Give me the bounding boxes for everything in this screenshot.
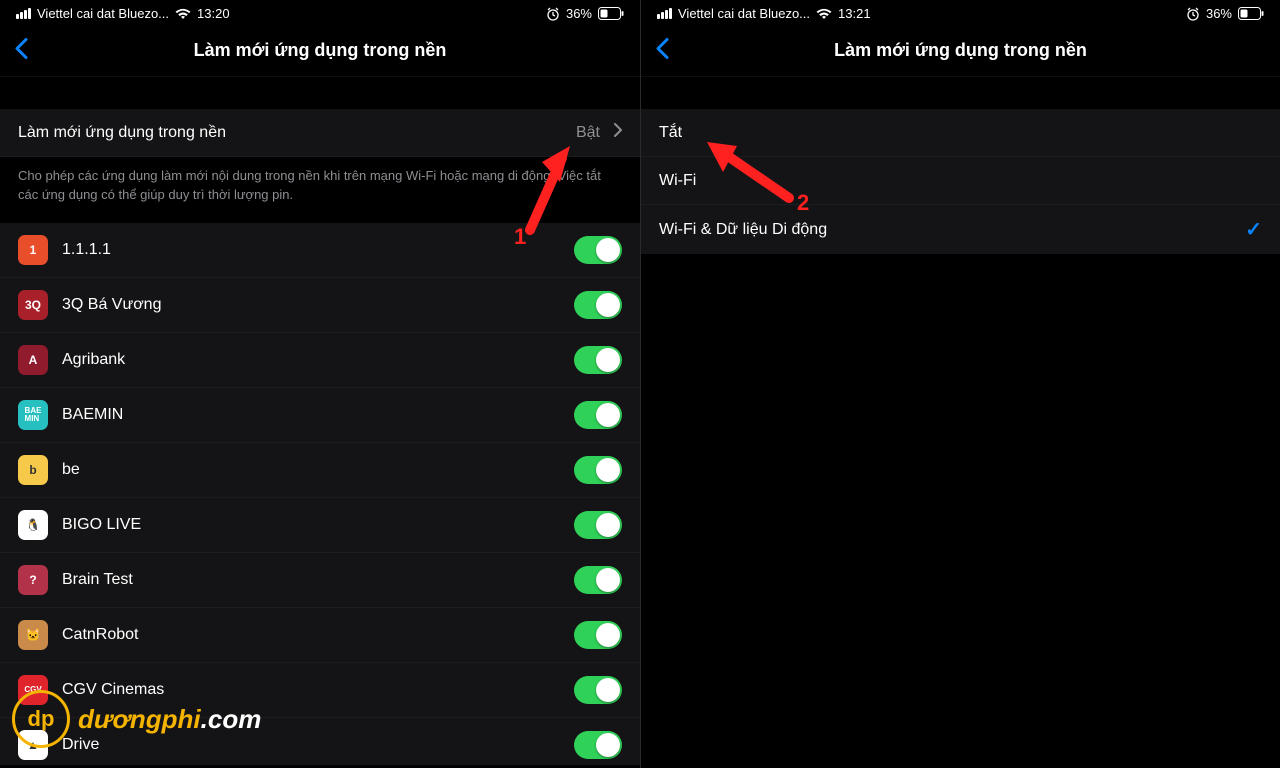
app-icon: BAE MIN bbox=[18, 400, 48, 430]
app-row[interactable]: 1 1.1.1.1 bbox=[0, 223, 640, 278]
watermark-logo: dp bbox=[12, 690, 70, 748]
phone-right: Viettel cai dat Bluezo... 13:21 36% Làm … bbox=[640, 0, 1280, 768]
app-name: CatnRobot bbox=[62, 626, 560, 644]
battery-icon bbox=[1238, 7, 1264, 20]
option-list: Tắt Wi-Fi Wi-Fi & Dữ liệu Di động ✓ bbox=[641, 109, 1280, 254]
chevron-right-icon bbox=[614, 123, 622, 142]
phone-left: Viettel cai dat Bluezo... 13:20 36% Làm … bbox=[0, 0, 640, 768]
section-description: Cho phép các ứng dụng làm mới nội dung t… bbox=[0, 157, 640, 223]
app-name: 1.1.1.1 bbox=[62, 241, 560, 259]
master-toggle-row[interactable]: Làm mới ứng dụng trong nền Bật bbox=[0, 109, 640, 157]
option-row[interactable]: Tắt bbox=[641, 109, 1280, 157]
app-name: BAEMIN bbox=[62, 406, 560, 424]
status-bar: Viettel cai dat Bluezo... 13:20 36% bbox=[0, 0, 640, 25]
app-toggle[interactable] bbox=[574, 731, 622, 759]
page-title: Làm mới ứng dụng trong nền bbox=[194, 40, 447, 61]
back-button[interactable] bbox=[14, 37, 28, 64]
watermark: dp dươngphi.com bbox=[12, 690, 261, 748]
app-toggle[interactable] bbox=[574, 456, 622, 484]
option-row[interactable]: Wi-Fi & Dữ liệu Di động ✓ bbox=[641, 205, 1280, 254]
app-toggle[interactable] bbox=[574, 236, 622, 264]
master-toggle-value: Bật bbox=[576, 124, 600, 142]
app-row[interactable]: 🐧 BIGO LIVE bbox=[0, 498, 640, 553]
wifi-icon bbox=[816, 8, 832, 20]
battery-pct: 36% bbox=[566, 6, 592, 21]
app-icon: 3Q bbox=[18, 290, 48, 320]
app-name: be bbox=[62, 461, 560, 479]
app-icon: b bbox=[18, 455, 48, 485]
app-icon: 🐱 bbox=[18, 620, 48, 650]
alarm-icon bbox=[1186, 7, 1200, 21]
wifi-icon bbox=[175, 8, 191, 20]
master-toggle-label: Làm mới ứng dụng trong nền bbox=[18, 124, 562, 142]
app-row[interactable]: BAE MIN BAEMIN bbox=[0, 388, 640, 443]
app-list: 11.1.1.13Q3Q Bá VươngAAgribankBAE MINBAE… bbox=[0, 223, 640, 765]
app-icon: A bbox=[18, 345, 48, 375]
app-toggle[interactable] bbox=[574, 346, 622, 374]
time-label: 13:21 bbox=[838, 6, 871, 21]
carrier-label: Viettel cai dat Bluezo... bbox=[678, 6, 810, 21]
app-icon: 🐧 bbox=[18, 510, 48, 540]
battery-pct: 36% bbox=[1206, 6, 1232, 21]
check-icon: ✓ bbox=[1245, 217, 1262, 242]
app-name: Brain Test bbox=[62, 571, 560, 589]
nav-header: Làm mới ứng dụng trong nền bbox=[641, 25, 1280, 77]
alarm-icon bbox=[546, 7, 560, 21]
app-name: Agribank bbox=[62, 351, 560, 369]
app-name: 3Q Bá Vương bbox=[62, 296, 560, 314]
signal-icon bbox=[16, 8, 31, 19]
option-label: Wi-Fi bbox=[659, 172, 1262, 190]
app-row[interactable]: 🐱 CatnRobot bbox=[0, 608, 640, 663]
app-toggle[interactable] bbox=[574, 566, 622, 594]
watermark-suffix: .com bbox=[201, 704, 262, 734]
app-toggle[interactable] bbox=[574, 401, 622, 429]
app-icon: ? bbox=[18, 565, 48, 595]
nav-header: Làm mới ứng dụng trong nền bbox=[0, 25, 640, 77]
status-bar: Viettel cai dat Bluezo... 13:21 36% bbox=[641, 0, 1280, 25]
app-toggle[interactable] bbox=[574, 291, 622, 319]
settings-content: Tắt Wi-Fi Wi-Fi & Dữ liệu Di động ✓ bbox=[641, 77, 1280, 765]
app-toggle[interactable] bbox=[574, 511, 622, 539]
option-label: Wi-Fi & Dữ liệu Di động bbox=[659, 221, 1231, 239]
app-row[interactable]: 3Q 3Q Bá Vương bbox=[0, 278, 640, 333]
watermark-brand: dươngphi bbox=[78, 704, 201, 734]
signal-icon bbox=[657, 8, 672, 19]
app-row[interactable]: bbe bbox=[0, 443, 640, 498]
page-title: Làm mới ứng dụng trong nền bbox=[834, 40, 1087, 61]
app-icon: 1 bbox=[18, 235, 48, 265]
app-name: BIGO LIVE bbox=[62, 516, 560, 534]
carrier-label: Viettel cai dat Bluezo... bbox=[37, 6, 169, 21]
app-row[interactable]: A Agribank bbox=[0, 333, 640, 388]
time-label: 13:20 bbox=[197, 6, 230, 21]
app-row[interactable]: ? Brain Test bbox=[0, 553, 640, 608]
settings-content: Làm mới ứng dụng trong nền Bật Cho phép … bbox=[0, 77, 640, 765]
option-row[interactable]: Wi-Fi bbox=[641, 157, 1280, 205]
option-label: Tắt bbox=[659, 124, 1262, 142]
app-toggle[interactable] bbox=[574, 676, 622, 704]
back-button[interactable] bbox=[655, 37, 669, 64]
app-toggle[interactable] bbox=[574, 621, 622, 649]
battery-icon bbox=[598, 7, 624, 20]
